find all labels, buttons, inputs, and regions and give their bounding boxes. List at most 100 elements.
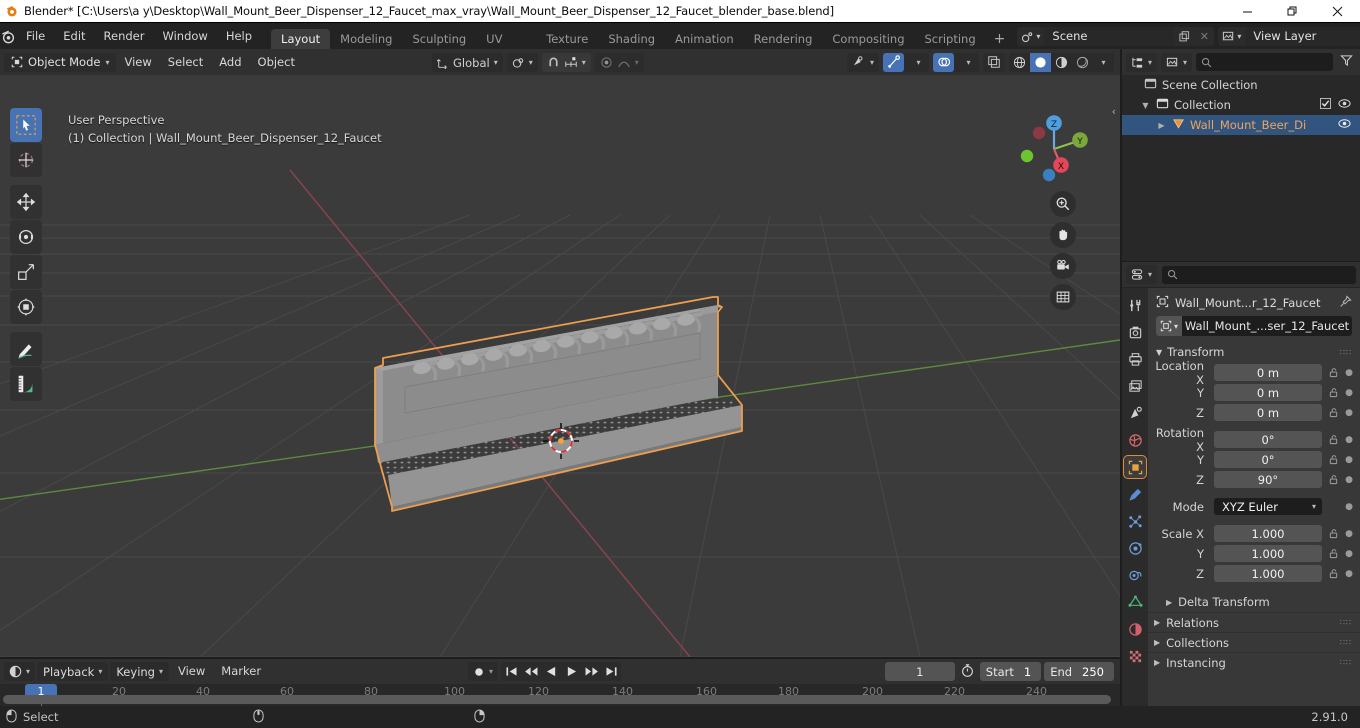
overlay-options-chevron[interactable]: ▾ — [958, 52, 979, 72]
animate-property-icon[interactable]: ● — [1344, 435, 1354, 445]
3d-viewport[interactable]: Object Mode ▾ View Select Add Object Glo… — [0, 49, 1120, 657]
tab-animation[interactable]: Animation — [665, 29, 744, 49]
tool-annotate[interactable] — [10, 332, 42, 366]
property-row-scale-x[interactable]: Scale X 1.000 ● — [1148, 524, 1360, 543]
view-layer-icon[interactable]: ▾ — [1218, 26, 1246, 46]
visibility-dropdown[interactable]: ▾ — [846, 52, 879, 72]
maximize-icon[interactable] — [1270, 0, 1315, 23]
disclosure-triangle-right-icon[interactable]: ▶ — [1156, 121, 1167, 130]
end-frame-field[interactable]: End 250 — [1044, 662, 1114, 681]
menu-render[interactable]: Render — [95, 26, 154, 46]
keying-dropdown[interactable]: Keying ▾ — [110, 662, 169, 681]
property-row-rotation-z[interactable]: Z 90° ● — [1148, 470, 1360, 489]
play-icon[interactable] — [561, 662, 581, 681]
animate-property-icon[interactable]: ● — [1344, 569, 1354, 579]
outliner-display-mode-dropdown[interactable]: ▾ — [1126, 52, 1158, 72]
snap-controls[interactable]: ▾ — [541, 53, 591, 72]
animate-property-icon[interactable]: ● — [1344, 388, 1354, 398]
viewport-menu-view[interactable]: View — [116, 53, 159, 72]
subpanel-collections[interactable]: ▶ Collections ∷∷ — [1148, 632, 1360, 652]
gizmo-toggle-group[interactable]: ▾ — [883, 52, 929, 72]
navigation-gizmo[interactable]: Z Y X — [1016, 111, 1092, 187]
properties-search-input[interactable] — [1162, 265, 1356, 284]
tab-layout[interactable]: Layout — [271, 29, 331, 49]
animate-property-icon[interactable]: ● — [1344, 529, 1354, 539]
tool-transform[interactable] — [10, 290, 42, 324]
unlink-scene-icon[interactable]: ✕ — [1194, 26, 1215, 46]
disclosure-triangle-right-icon[interactable]: ▶ — [1154, 618, 1160, 627]
tab-rendering[interactable]: Rendering — [744, 29, 823, 49]
viewport-menu-add[interactable]: Add — [211, 53, 249, 72]
tab-object-data[interactable] — [1124, 591, 1146, 613]
lock-icon[interactable] — [1326, 474, 1340, 485]
viewport-menu-object[interactable]: Object — [250, 53, 303, 72]
tab-shading[interactable]: Shading — [598, 29, 665, 49]
tab-modeling[interactable]: Modeling — [330, 29, 402, 49]
eye-icon[interactable] — [1338, 98, 1351, 112]
show-gizmo-icon[interactable] — [883, 52, 904, 72]
outliner-search-input[interactable] — [1196, 53, 1333, 71]
tab-modifiers[interactable] — [1124, 483, 1146, 505]
subpanel-relations[interactable]: ▶ Relations ∷∷ — [1148, 612, 1360, 632]
tab-physics[interactable] — [1124, 537, 1146, 559]
tab-render[interactable] — [1124, 321, 1146, 343]
tab-material[interactable] — [1124, 618, 1146, 640]
tab-sculpting[interactable]: Sculpting — [402, 29, 476, 49]
tab-output[interactable] — [1124, 348, 1146, 370]
property-row-rotation-mode[interactable]: Mode XYZ Euler ▾ ● — [1148, 497, 1360, 516]
outliner-filter-icon[interactable] — [1337, 54, 1356, 70]
eye-icon[interactable] — [1338, 118, 1351, 132]
property-row-location-y[interactable]: Y 0 m ● — [1148, 383, 1360, 402]
tab-particles[interactable] — [1124, 510, 1146, 532]
proportional-edit-controls[interactable]: ▾ — [594, 53, 644, 72]
panel-drag-handle[interactable]: ∷∷ — [1340, 348, 1352, 357]
shading-options-chevron[interactable]: ▾ — [1093, 52, 1114, 72]
lock-icon[interactable] — [1326, 528, 1340, 539]
animate-property-icon[interactable]: ● — [1344, 502, 1354, 512]
tab-world[interactable] — [1124, 429, 1146, 451]
viewport-menu-select[interactable]: Select — [160, 53, 211, 72]
property-row-location-z[interactable]: Z 0 m ● — [1148, 403, 1360, 422]
lock-icon[interactable] — [1326, 407, 1340, 418]
tab-tool[interactable] — [1124, 294, 1146, 316]
blender-logo-icon[interactable] — [0, 28, 17, 45]
animate-property-icon[interactable]: ● — [1344, 408, 1354, 418]
tab-texture-paint[interactable]: Texture Paint — [536, 29, 598, 66]
outliner-row-scene-collection[interactable]: Scene Collection — [1122, 75, 1360, 95]
use-preview-range-icon[interactable] — [958, 663, 977, 681]
property-row-scale-z[interactable]: Z 1.000 ● — [1148, 564, 1360, 583]
subpanel-instancing[interactable]: ▶ Instancing ∷∷ — [1148, 652, 1360, 672]
gizmo-options-chevron[interactable]: ▾ — [908, 52, 929, 72]
outliner-filter-id-dropdown[interactable]: ▾ — [1161, 52, 1193, 72]
transform-orientation-dropdown[interactable]: Global ▾ — [432, 53, 503, 72]
timeline-ruler[interactable]: 20 40 60 80 100 120 140 160 180 200 220 … — [0, 684, 1120, 706]
jump-to-prev-keyframe-icon[interactable] — [521, 662, 541, 681]
show-overlays-icon[interactable] — [933, 52, 954, 72]
wireframe-shading-icon[interactable] — [1009, 52, 1030, 72]
property-value[interactable]: 0 m — [1214, 404, 1322, 421]
rotation-mode-dropdown[interactable]: XYZ Euler ▾ — [1214, 498, 1322, 515]
minimize-icon[interactable] — [1225, 0, 1270, 23]
rendered-shading-icon[interactable] — [1072, 52, 1093, 72]
lock-icon[interactable] — [1326, 454, 1340, 465]
tool-tweak-select[interactable] — [10, 108, 42, 142]
current-frame-field[interactable]: 1 — [884, 662, 955, 681]
property-value[interactable]: 1.000 — [1214, 525, 1322, 542]
property-row-rotation-x[interactable]: Rotation X 0° ● — [1148, 426, 1360, 454]
tool-scale[interactable] — [10, 255, 42, 289]
checkbox-icon[interactable] — [1320, 98, 1331, 112]
disclosure-triangle-down-icon[interactable]: ▼ — [1140, 101, 1151, 110]
overlay-toggle-group[interactable]: ▾ — [933, 52, 979, 72]
pin-icon[interactable] — [1339, 295, 1352, 311]
object-id-icon[interactable]: ▾ — [1156, 316, 1183, 336]
pivot-point-dropdown[interactable]: ▾ — [506, 53, 538, 72]
auto-keying-toggle[interactable]: ▾ — [468, 662, 499, 681]
menu-file[interactable]: File — [17, 26, 54, 46]
property-value[interactable]: 0 m — [1214, 384, 1322, 401]
tab-compositing[interactable]: Compositing — [822, 29, 914, 49]
property-value[interactable]: 1.000 — [1214, 545, 1322, 562]
disclosure-triangle-down-icon[interactable]: ▼ — [1156, 348, 1162, 357]
property-value[interactable]: 0 m — [1214, 364, 1322, 381]
lock-icon[interactable] — [1326, 548, 1340, 559]
tab-uv-editing[interactable]: UV Editing — [476, 29, 536, 66]
